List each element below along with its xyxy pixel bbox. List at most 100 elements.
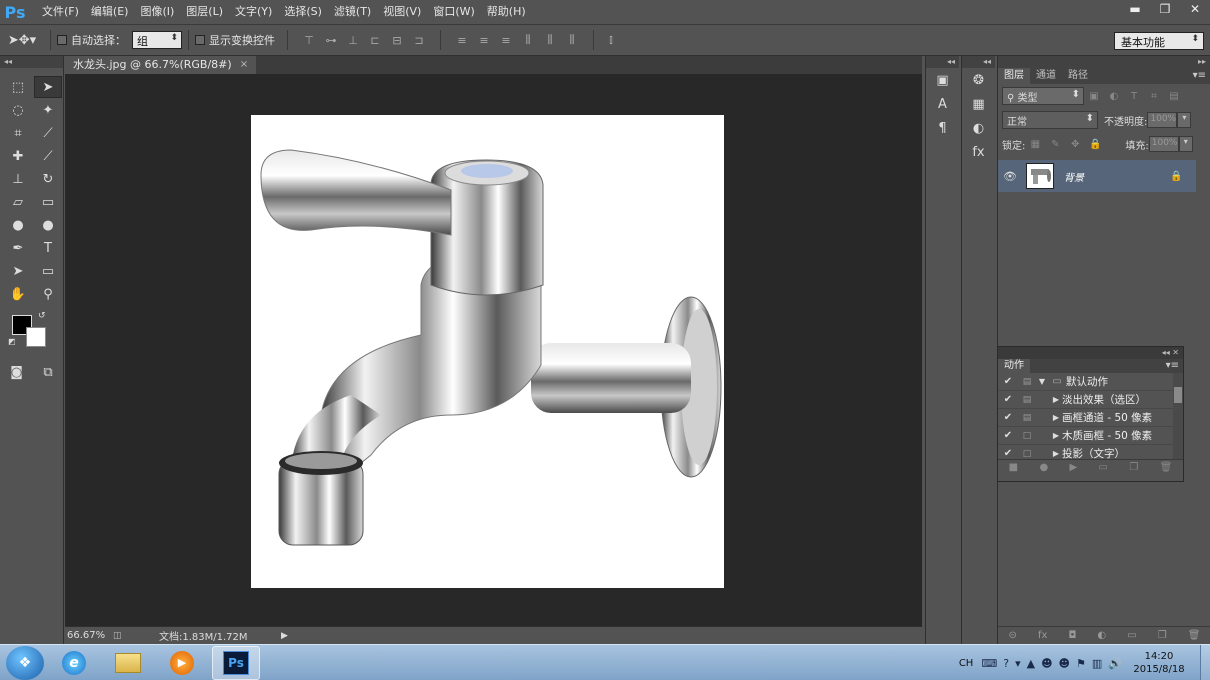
new-layer-icon[interactable]: ❐: [1158, 630, 1167, 641]
clone-stamp-tool-icon[interactable]: ⊥: [4, 168, 32, 190]
layers-panel-menu-icon[interactable]: ▾≡: [1193, 68, 1206, 84]
distribute-hcenter-icon[interactable]: ⫼: [541, 32, 559, 48]
hand-tool-icon[interactable]: ✋: [4, 283, 32, 305]
brush-tool-icon[interactable]: ⟋: [34, 145, 62, 167]
rectangle-tool-icon[interactable]: ▭: [34, 260, 62, 282]
check-icon[interactable]: ✔: [998, 394, 1018, 405]
lock-transparent-icon[interactable]: ▦: [1025, 139, 1045, 150]
chevron-down-icon[interactable]: ▼: [1036, 377, 1048, 386]
check-icon[interactable]: ✔: [998, 376, 1018, 387]
taskbar-explorer[interactable]: [104, 646, 152, 680]
align-right-icon[interactable]: ⊐: [410, 32, 428, 48]
auto-select-checkbox[interactable]: [57, 35, 67, 45]
dialog-toggle-icon[interactable]: ▤: [1018, 395, 1036, 405]
menu-edit[interactable]: 编辑(E): [85, 0, 135, 24]
layers-collapse-bar[interactable]: ▸▸: [998, 56, 1210, 68]
menu-select[interactable]: 选择(S): [278, 0, 328, 24]
history-panel-icon[interactable]: ▣: [926, 68, 959, 92]
stop-icon[interactable]: ■: [1009, 462, 1018, 473]
align-top-icon[interactable]: ⊤: [300, 32, 318, 48]
actions-panel-header[interactable]: ◂◂ ✕: [998, 347, 1183, 359]
action-row[interactable]: ✔ □ ▶ 投影（文字）: [998, 445, 1183, 459]
action-center-icon[interactable]: ⚑: [1076, 657, 1086, 670]
lasso-tool-icon[interactable]: ◌: [4, 99, 32, 121]
crop-tool-icon[interactable]: ⌗: [4, 122, 32, 144]
action-row[interactable]: ✔ ▤ ▶ 画框通道 - 50 像素: [998, 409, 1183, 427]
swap-colors-icon[interactable]: ↺: [38, 311, 46, 321]
delete-action-icon[interactable]: 🗑: [1160, 462, 1173, 473]
chevron-right-icon[interactable]: ▶: [1050, 431, 1062, 440]
menu-filter[interactable]: 滤镜(T): [328, 0, 377, 24]
link-layers-icon[interactable]: ⊝: [1009, 630, 1017, 641]
magic-wand-tool-icon[interactable]: ✦: [34, 99, 62, 121]
dialog-toggle-icon[interactable]: □: [1018, 449, 1036, 459]
qq-icon[interactable]: ☻: [1041, 657, 1052, 670]
auto-align-icon[interactable]: ⫾: [602, 32, 620, 48]
distribute-right-icon[interactable]: ⫼: [563, 32, 581, 48]
path-selection-tool-icon[interactable]: ➤: [4, 260, 32, 282]
distribute-top-icon[interactable]: ≡: [453, 32, 471, 48]
new-action-icon[interactable]: ❐: [1129, 462, 1138, 473]
marquee-tool-icon[interactable]: ⬚: [4, 76, 32, 98]
zoom-level-field[interactable]: 66.67%: [65, 630, 113, 641]
menu-image[interactable]: 图像(I): [134, 0, 180, 24]
move-tool-icon[interactable]: ➤: [34, 76, 62, 98]
chevron-right-icon[interactable]: ▶: [1050, 449, 1062, 458]
distribute-bottom-icon[interactable]: ≡: [497, 32, 515, 48]
status-menu-arrow-icon[interactable]: ▶: [281, 631, 288, 641]
minimize-button[interactable]: ▬: [1120, 0, 1150, 18]
align-bottom-icon[interactable]: ⊥: [344, 32, 362, 48]
blur-tool-icon[interactable]: ●: [4, 214, 32, 236]
layer-style-icon[interactable]: fx: [1038, 630, 1047, 641]
show-hidden-icons-icon[interactable]: ▲: [1027, 657, 1035, 670]
action-set-row[interactable]: ✔ ▤ ▼ ▭ 默认动作: [998, 373, 1183, 391]
strip-collapse-bar[interactable]: ◂◂: [926, 56, 959, 68]
menu-type[interactable]: 文字(Y): [229, 0, 278, 24]
lock-image-icon[interactable]: ✎: [1045, 139, 1065, 150]
filter-smart-icon[interactable]: ▤: [1164, 91, 1184, 102]
dialog-toggle-icon[interactable]: □: [1018, 431, 1036, 441]
align-hcenter-icon[interactable]: ⊟: [388, 32, 406, 48]
menu-window[interactable]: 窗口(W): [427, 0, 480, 24]
workspace-dropdown[interactable]: 基本功能: [1114, 32, 1204, 50]
show-desktop-button[interactable]: [1200, 645, 1210, 680]
show-transform-checkbox[interactable]: [195, 35, 205, 45]
tab-layers[interactable]: 图层: [998, 68, 1030, 84]
strip-collapse-bar[interactable]: ◂◂: [962, 56, 995, 68]
check-icon[interactable]: ✔: [998, 412, 1018, 423]
blend-mode-dropdown[interactable]: 正常 ⬍: [1002, 111, 1098, 129]
canvas-area[interactable]: [65, 74, 922, 626]
character-panel-icon[interactable]: A: [926, 92, 959, 116]
actions-scrollbar[interactable]: [1173, 373, 1183, 459]
close-window-button[interactable]: ✕: [1180, 0, 1210, 18]
taskbar-ie[interactable]: e: [50, 646, 98, 680]
actions-panel-menu-icon[interactable]: ▾≡: [1166, 359, 1179, 373]
filter-kind-dropdown[interactable]: ⚲ 类型 ⬍: [1002, 87, 1084, 105]
pen-tool-icon[interactable]: ✒: [4, 237, 32, 259]
auto-select-dropdown[interactable]: 组: [132, 31, 182, 49]
network-icon[interactable]: ▥: [1092, 657, 1102, 670]
dialog-toggle-icon[interactable]: ▤: [1018, 377, 1036, 387]
play-icon[interactable]: ▶: [1070, 462, 1078, 473]
restore-button[interactable]: ❐: [1150, 0, 1180, 18]
styles-panel-icon[interactable]: fx: [962, 140, 995, 164]
eyedropper-tool-icon[interactable]: ⟋: [34, 122, 62, 144]
filter-shape-icon[interactable]: ⌗: [1144, 91, 1164, 102]
eye-icon[interactable]: 👁: [998, 170, 1022, 183]
eraser-tool-icon[interactable]: ▱: [4, 191, 32, 213]
fill-field[interactable]: 100%: [1148, 136, 1179, 152]
tab-paths[interactable]: 路径: [1062, 68, 1094, 84]
new-set-icon[interactable]: ▭: [1099, 462, 1108, 473]
start-button[interactable]: ❖: [6, 645, 44, 680]
adjustments-panel-icon[interactable]: ◐: [962, 116, 995, 140]
filter-pixel-icon[interactable]: ▣: [1084, 91, 1104, 102]
chevron-right-icon[interactable]: ▶: [1050, 395, 1062, 404]
move-tool-preset-button[interactable]: ➤✥▾: [0, 33, 44, 48]
action-row[interactable]: ✔ □ ▶ 木质画框 - 50 像素: [998, 427, 1183, 445]
lock-all-icon[interactable]: 🔒: [1085, 139, 1105, 150]
tab-channels[interactable]: 通道: [1030, 68, 1062, 84]
check-icon[interactable]: ✔: [998, 448, 1018, 459]
gradient-tool-icon[interactable]: ▭: [34, 191, 62, 213]
clock[interactable]: 14:20 2015/8/18: [1128, 650, 1190, 676]
zoom-tool-icon[interactable]: ⚲: [34, 283, 62, 305]
